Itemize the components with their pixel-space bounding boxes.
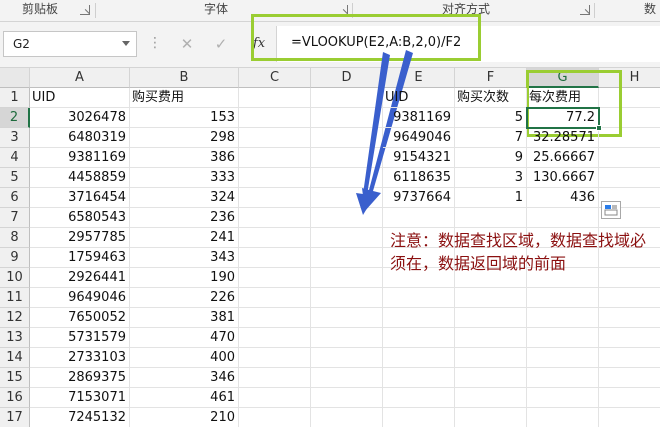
cell-a7[interactable]: 6580543 [30,208,130,228]
cell-a9[interactable]: 1759463 [30,248,130,268]
quick-analysis-glyph [604,205,618,216]
cell-b17[interactable]: 210 [130,408,239,427]
cell-a4[interactable]: 9381169 [30,148,130,168]
cell-a15[interactable]: 2869375 [30,368,130,388]
cell-g6[interactable]: 436 [527,188,599,208]
cell-e6[interactable]: 9737664 [383,188,455,208]
cell-b12[interactable]: 381 [130,308,239,328]
cell-f4[interactable]: 9 [455,148,527,168]
cell-a17[interactable]: 7245132 [30,408,130,427]
cell-e3[interactable]: 9649046 [383,128,455,148]
cell-a12[interactable]: 7650052 [30,308,130,328]
cell-f1[interactable]: 购买次数 [455,88,527,108]
cell-a5[interactable]: 4458859 [30,168,130,188]
cell-b9[interactable]: 343 [130,248,239,268]
cell-b11[interactable]: 226 [130,288,239,308]
cell-e1[interactable]: UID [383,88,455,108]
cell-b7[interactable]: 236 [130,208,239,228]
cell-b16[interactable]: 461 [130,388,239,408]
cell-b3[interactable]: 298 [130,128,239,148]
cell-a13[interactable]: 5731579 [30,328,130,348]
cell-a1[interactable]: UID [30,88,130,108]
cell-b13[interactable]: 470 [130,328,239,348]
cell-a10[interactable]: 2926441 [30,268,130,288]
annotation-note: 注意：数据查找区域，数据查找域必须在，数据返回域的前面 [390,231,647,273]
cell-f5[interactable]: 3 [455,168,527,188]
cell-b15[interactable]: 346 [130,368,239,388]
cell-f2[interactable]: 5 [455,108,527,128]
cell-a16[interactable]: 7153071 [30,388,130,408]
fill-handle[interactable] [596,125,602,131]
cell-b1[interactable]: 购买费用 [130,88,239,108]
cell-a6[interactable]: 3716454 [30,188,130,208]
cell-g1[interactable]: 每次费用 [527,88,599,108]
cell-a8[interactable]: 2957785 [30,228,130,248]
cell-a3[interactable]: 6480319 [30,128,130,148]
cell-b10[interactable]: 190 [130,268,239,288]
cell-f6[interactable]: 1 [455,188,527,208]
cell-b2[interactable]: 153 [130,108,239,128]
cell-b8[interactable]: 241 [130,228,239,248]
cell-g3[interactable]: 32.28571 [527,128,599,148]
cell-e4[interactable]: 9154321 [383,148,455,168]
cell-a2[interactable]: 3026478 [30,108,130,128]
quick-analysis-icon[interactable] [601,201,621,219]
cell-e2[interactable]: 9381169 [383,108,455,128]
cell-b6[interactable]: 324 [130,188,239,208]
cell-a11[interactable]: 9649046 [30,288,130,308]
cell-a14[interactable]: 2733103 [30,348,130,368]
cell-b14[interactable]: 400 [130,348,239,368]
cell-g4[interactable]: 25.66667 [527,148,599,168]
cell-f3[interactable]: 7 [455,128,527,148]
cell-e5[interactable]: 6118635 [383,168,455,188]
cell-b4[interactable]: 386 [130,148,239,168]
cell-b5[interactable]: 333 [130,168,239,188]
cell-g5[interactable]: 130.6667 [527,168,599,188]
active-cell-border [526,107,600,129]
